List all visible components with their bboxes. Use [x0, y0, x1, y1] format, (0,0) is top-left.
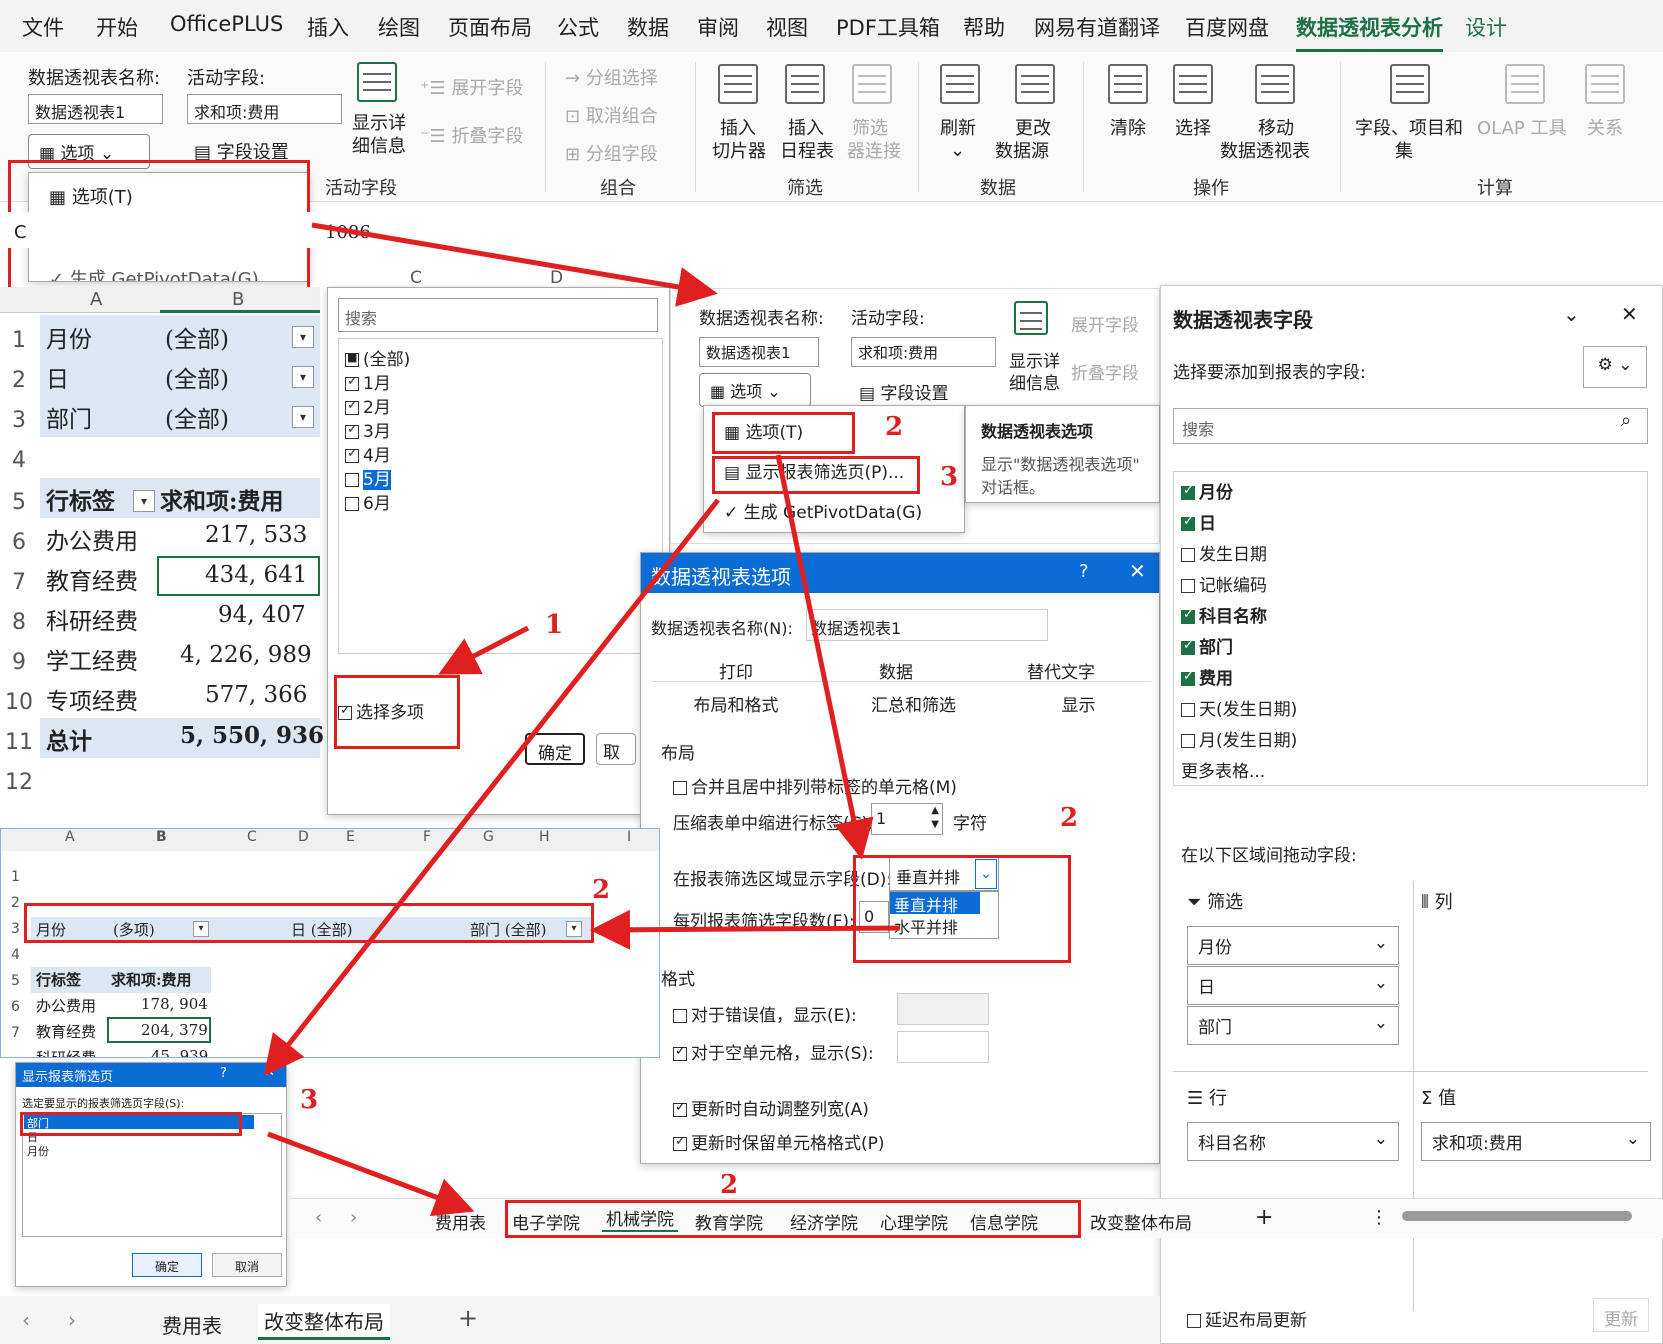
arrow-line	[267, 1131, 475, 1217]
arrow-line	[438, 625, 530, 675]
arrow-line	[311, 222, 718, 307]
arrow-line	[775, 454, 874, 860]
arrow-line	[590, 909, 901, 950]
arrow-line	[263, 498, 720, 1076]
annotation-arrows	[263, 222, 901, 1217]
